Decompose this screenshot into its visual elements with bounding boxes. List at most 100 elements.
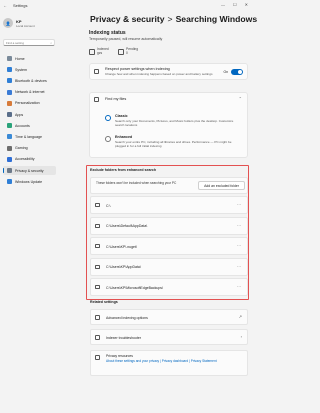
search-icon: ⌕ — [50, 40, 52, 45]
excluded-folder-row: C:\Users\KP\.nuget\ ··· — [90, 237, 248, 255]
excluded-heading: Exclude folders from enhanced search — [90, 168, 157, 172]
sidebar-item-network-internet[interactable]: Network & internet — [3, 88, 56, 97]
search-input[interactable]: Find a setting ⌕ — [3, 39, 55, 46]
nav-icon — [7, 168, 12, 173]
privacy-resources-title: Privacy resources — [106, 354, 133, 358]
advanced-indexing-label: Advanced indexing options — [106, 315, 148, 320]
sidebar-item-label: Accounts — [15, 123, 30, 128]
indexed-value: gzs — [97, 50, 103, 55]
sidebar-item-label: Accessibility — [15, 157, 35, 162]
sidebar-item-label: Personalization — [15, 101, 40, 106]
folder-path: C:\Users\KP\AppData\ — [106, 265, 141, 269]
excluded-description-card: These folders won't be included when sea… — [90, 177, 248, 194]
sidebar-item-accounts[interactable]: Accounts — [3, 121, 56, 130]
sidebar-item-system[interactable]: System — [3, 65, 56, 74]
respect-power-toggle[interactable] — [231, 69, 243, 75]
more-options-button[interactable]: ··· — [237, 202, 241, 207]
find-my-files-title: Find my files — [105, 97, 127, 101]
chevron-up-icon[interactable]: ⌃ — [239, 96, 242, 101]
more-options-button[interactable]: ··· — [237, 264, 241, 269]
enhanced-radio[interactable] — [105, 136, 111, 142]
sidebar-item-windows-update[interactable]: Windows Update — [3, 177, 56, 186]
sidebar-item-label: Gaming — [15, 146, 28, 151]
folder-icon — [95, 203, 100, 207]
related-heading: Related settings — [90, 300, 118, 304]
nav-icon — [7, 112, 12, 117]
enhanced-title: Enhanced — [115, 135, 133, 139]
nav-icon — [7, 56, 12, 61]
page-title: Searching Windows — [175, 14, 258, 24]
add-excluded-folder-button[interactable]: Add an excluded folder — [198, 181, 245, 190]
breadcrumb-separator: > — [167, 14, 173, 24]
sidebar-item-accessibility[interactable]: Accessibility — [3, 155, 56, 164]
indexer-troubleshooter-label: Indexer troubleshooter — [106, 335, 142, 340]
folder-icon — [95, 223, 100, 228]
advanced-indexing-link[interactable]: Advanced indexing options ↗ — [90, 309, 248, 325]
sidebar-item-home[interactable]: Home — [3, 54, 56, 63]
privacy-resources-card: Privacy resources About these settings a… — [90, 350, 248, 376]
excluded-folder-row: C:\Users\KP\AppData\ ··· — [90, 257, 248, 276]
classic-radio[interactable] — [105, 115, 111, 121]
more-options-button[interactable]: ··· — [237, 223, 241, 228]
nav-icon — [7, 78, 12, 84]
folder-icon — [95, 264, 100, 269]
sidebar-item-label: Privacy & security — [15, 168, 44, 173]
external-link-icon: ↗ — [238, 314, 242, 319]
indexing-title: Indexing status — [89, 30, 126, 36]
sidebar-item-personalization[interactable]: Personalization — [3, 99, 56, 108]
sidebar-item-apps[interactable]: Apps — [3, 110, 56, 119]
search-placeholder: Find a setting — [6, 40, 25, 45]
sidebar-item-privacy-security[interactable]: Privacy & security — [3, 166, 56, 175]
sidebar-item-label: Time & language — [15, 134, 43, 139]
profile[interactable]: 👤 KP Local Account — [3, 18, 35, 28]
find-my-files-card: Find my files ⌃ Classic Search only your… — [89, 92, 248, 158]
respect-power-title: Respect power settings when indexing — [105, 67, 170, 71]
breadcrumb-parent[interactable]: Privacy & security — [90, 14, 165, 24]
profile-account: Local Account — [16, 23, 35, 28]
search-files-icon — [94, 97, 99, 102]
folder-path: C:\Users\Default\AppData\ — [106, 224, 148, 228]
excluded-desc: These folders won't be included when sea… — [96, 181, 177, 185]
shield-icon — [95, 355, 100, 360]
sidebar-item-label: Bluetooth & devices — [15, 78, 47, 83]
back-icon[interactable]: ← — [3, 3, 7, 8]
classic-desc: Search only your Documents, Pictures, an… — [115, 119, 234, 127]
sidebar-item-bluetooth-devices[interactable]: Bluetooth & devices — [3, 76, 56, 85]
document-icon — [89, 48, 95, 55]
more-options-button[interactable]: ··· — [237, 243, 241, 248]
nav-icon — [7, 100, 12, 106]
toggle-state-label: On — [223, 69, 228, 74]
window-title: Settings — [13, 3, 28, 8]
gear-icon — [95, 315, 100, 320]
nav-icon — [7, 67, 12, 73]
folder-icon — [95, 244, 100, 248]
sidebar-item-time-language[interactable]: Time & language — [3, 132, 56, 141]
indexer-troubleshooter-link[interactable]: Indexer troubleshooter › — [90, 329, 248, 345]
folder-icon — [95, 285, 100, 289]
indexing-subtitle: Temporarily paused, will resume automati… — [89, 37, 163, 41]
nav-icon — [7, 89, 12, 95]
pending-value: 0 — [126, 50, 128, 55]
nav-icon — [7, 134, 12, 140]
nav-icon — [7, 145, 12, 151]
breadcrumb: Privacy & security > Searching Windows — [90, 14, 257, 24]
more-options-button[interactable]: ··· — [237, 284, 241, 289]
clock-icon — [118, 48, 124, 55]
chevron-right-icon: › — [240, 334, 242, 339]
respect-power-desc: Change how and when indexing happens bas… — [105, 72, 213, 76]
nav-icon — [7, 123, 12, 129]
excluded-folder-row: C:\Users\KP\MicrosoftEdgeBackups\ ··· — [90, 278, 248, 296]
folder-path: C:\Users\KP\.nuget\ — [106, 244, 137, 249]
avatar: 👤 — [3, 18, 13, 28]
leaf-icon — [94, 69, 99, 74]
sidebar-item-label: Network & internet — [15, 90, 45, 95]
folder-path: C:\Users\KP\MicrosoftEdgeBackups\ — [106, 285, 163, 290]
sidebar-item-gaming[interactable]: Gaming — [3, 144, 56, 153]
avatar-icon: 👤 — [5, 20, 11, 26]
folder-path: C:\ — [106, 203, 111, 208]
excluded-folder-row: C:\Users\Default\AppData\ ··· — [90, 216, 248, 235]
enhanced-desc: Search your entire PC, including all lib… — [115, 140, 232, 148]
sidebar-item-label: Apps — [15, 112, 24, 117]
privacy-links[interactable]: About these settings and your privacy | … — [106, 359, 246, 363]
sidebar-item-label: Windows Update — [15, 179, 43, 184]
